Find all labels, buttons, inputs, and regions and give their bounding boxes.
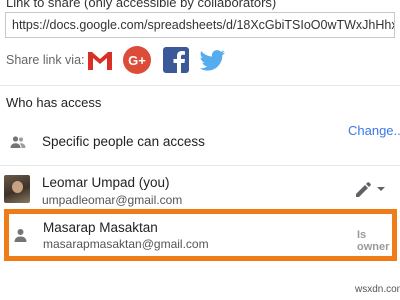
who-has-access-label: Who has access [6, 95, 102, 110]
chevron-down-icon [377, 187, 385, 191]
link-to-share-label: Link to share (only accessible by collab… [6, 0, 277, 10]
twitter-icon[interactable] [196, 44, 228, 76]
facebook-icon[interactable] [160, 44, 192, 76]
access-level-text: Specific people can access [42, 134, 205, 149]
row-divider [0, 165, 400, 166]
svg-text:G+: G+ [128, 53, 146, 68]
watermark: wsxdn.com [355, 284, 400, 295]
person-icon [14, 228, 27, 242]
owner-name: Masarap Masaktan [43, 220, 158, 235]
collaborator-email: umpadleomar@gmail.com [42, 193, 183, 207]
gmail-icon[interactable] [84, 44, 116, 76]
section-divider [0, 85, 400, 86]
pencil-icon [354, 182, 388, 203]
avatar [4, 175, 30, 203]
google-plus-icon[interactable]: G+ [121, 44, 153, 76]
collaborator-name: Leomar Umpad (you) [42, 175, 170, 190]
owner-email: masarapmasaktan@gmail.com [43, 237, 209, 251]
owner-row-highlight: Masarap Masaktan masarapmasaktan@gmail.c… [4, 209, 397, 261]
change-access-link[interactable]: Change... [348, 123, 400, 138]
people-icon [10, 135, 26, 149]
owner-status-label: Is owner [357, 229, 390, 253]
collaborator-row: Leomar Umpad (you) umpadleomar@gmail.com [0, 170, 400, 210]
share-link-field[interactable]: https://docs.google.com/spreadsheets/d/1… [5, 12, 395, 38]
share-via-label: Share link via: [6, 53, 85, 67]
permission-dropdown[interactable] [354, 179, 388, 199]
access-level-row: Specific people can access Change... [0, 118, 400, 163]
